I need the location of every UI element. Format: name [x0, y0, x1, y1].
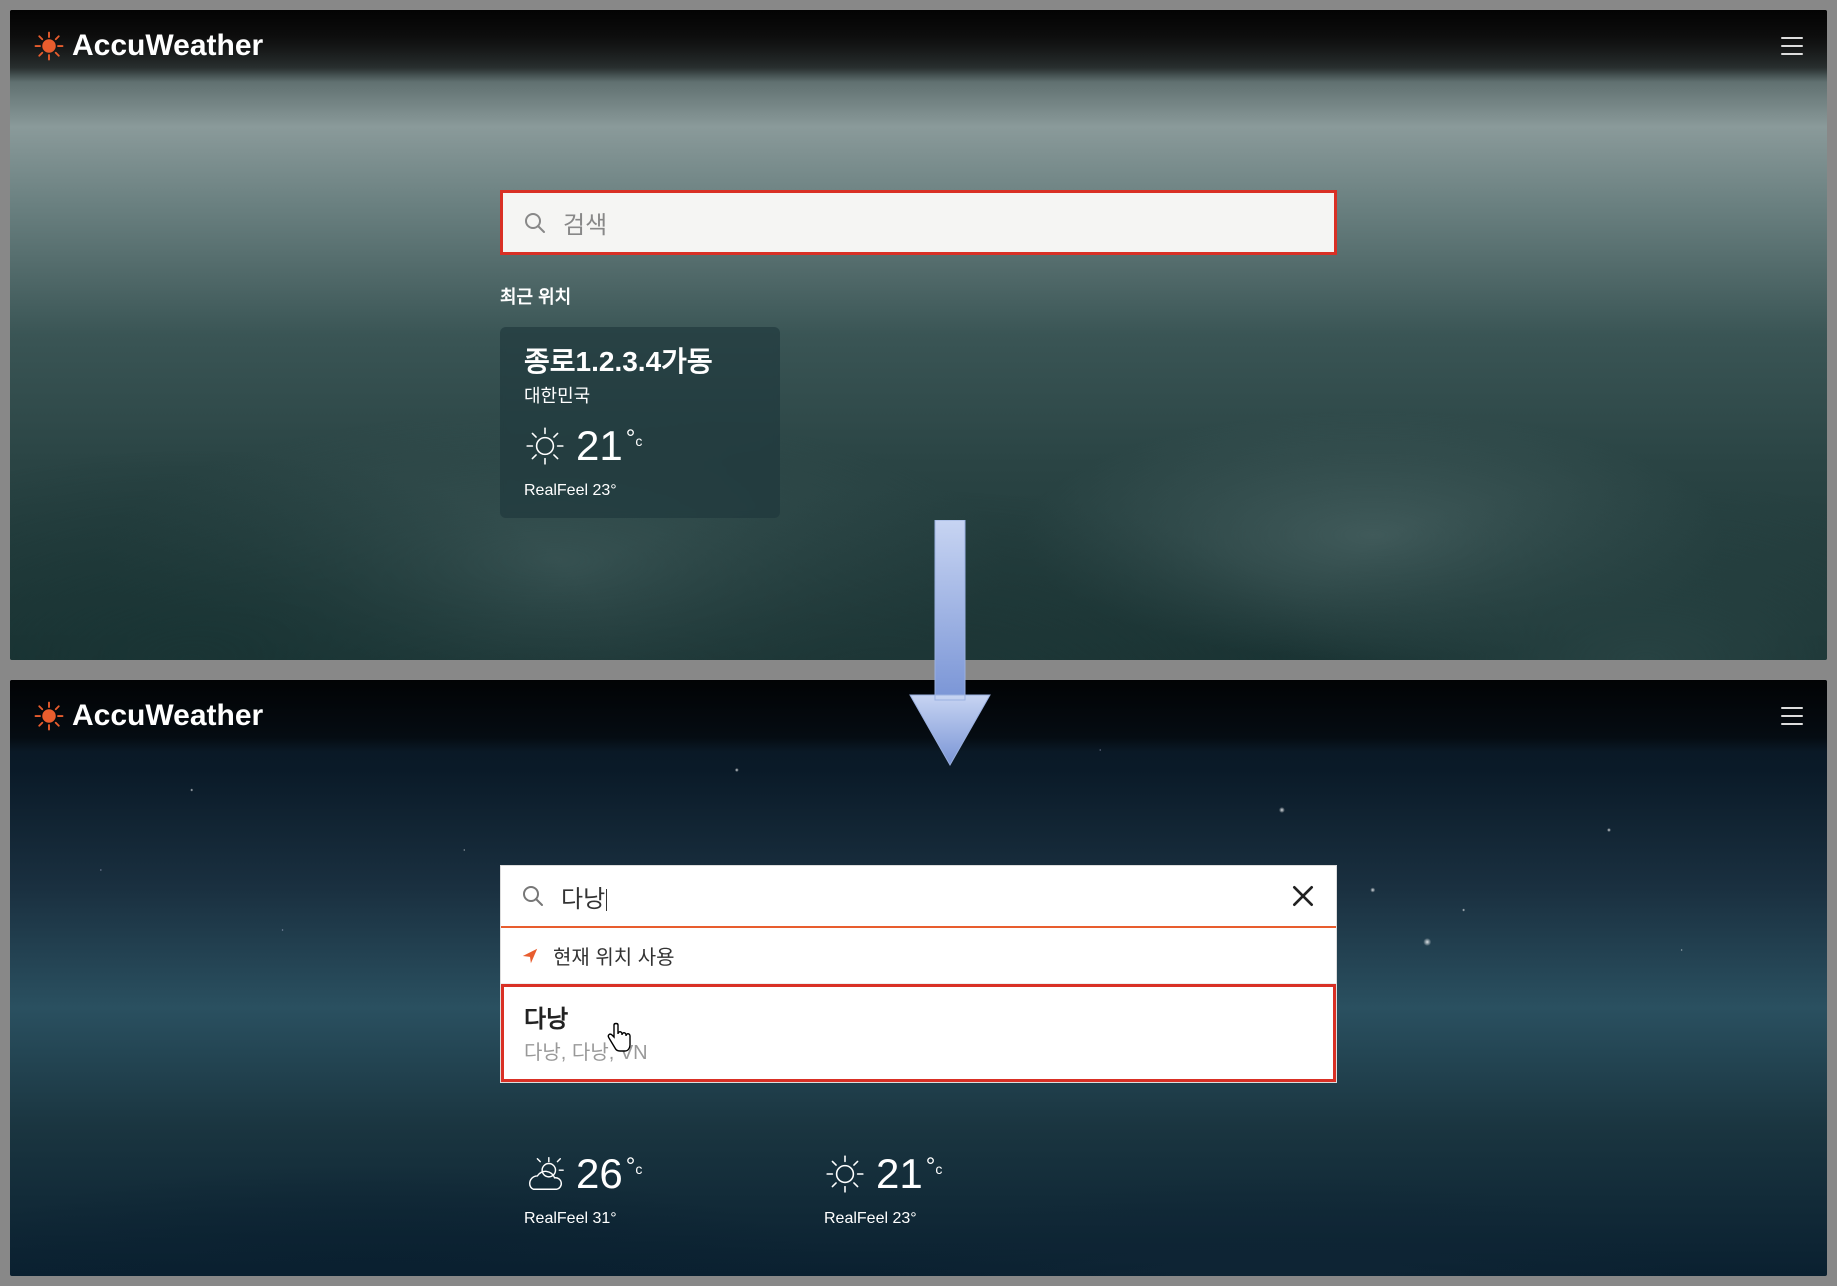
logo[interactable]: AccuWeather: [34, 699, 263, 733]
use-current-location-label: 현재 위치 사용: [553, 941, 675, 970]
search-input-active[interactable]: 다낭: [501, 866, 1336, 928]
logo-text: AccuWeather: [72, 29, 263, 63]
result-sub: 다낭, 다낭, VN: [524, 1036, 1313, 1065]
search-input[interactable]: 검색: [500, 190, 1337, 255]
recent-location-card[interactable]: 종로1.2.3.4가동 대한민국 21°c: [500, 327, 780, 518]
header: AccuWeather: [10, 10, 1827, 82]
card-location-name: 종로1.2.3.4가동: [524, 347, 756, 378]
search-placeholder: 검색: [563, 205, 1314, 240]
location-arrow-icon: [521, 947, 539, 965]
menu-icon[interactable]: [1781, 707, 1803, 725]
weather-card-partial[interactable]: 26°c RealFeel 31°: [500, 1146, 780, 1246]
card-temp: 21°c: [876, 1150, 942, 1198]
search-value: 다낭: [561, 879, 1274, 914]
use-current-location[interactable]: 현재 위치 사용: [501, 928, 1336, 984]
search-result-item[interactable]: 다낭 다낭, 다낭, VN: [501, 984, 1336, 1082]
sun-icon: [824, 1153, 866, 1195]
sun-logo-icon: [34, 31, 64, 61]
menu-icon[interactable]: [1781, 37, 1803, 55]
search-dropdown: 다낭 현재 위치 사용 다낭 다낭, 다낭, VN: [500, 865, 1337, 1083]
search-icon: [523, 211, 547, 235]
arrow-down-icon: [905, 520, 995, 770]
card-realfeel: RealFeel 31°: [524, 1210, 756, 1228]
card-realfeel: RealFeel 23°: [524, 482, 756, 500]
recent-locations-label: 최근 위치: [500, 283, 1337, 309]
logo[interactable]: AccuWeather: [34, 29, 263, 63]
result-name: 다낭: [524, 999, 1313, 1034]
sun-logo-icon: [34, 701, 64, 731]
sun-icon: [524, 425, 566, 467]
logo-text: AccuWeather: [72, 699, 263, 733]
card-temp: 21°c: [576, 422, 642, 470]
card-country: 대한민국: [524, 382, 756, 408]
card-temp: 26°c: [576, 1150, 642, 1198]
close-icon[interactable]: [1290, 883, 1316, 909]
weather-card-partial[interactable]: 21°c RealFeel 23°: [800, 1146, 1080, 1246]
search-icon: [521, 884, 545, 908]
card-realfeel: RealFeel 23°: [824, 1210, 1056, 1228]
partly-cloudy-icon: [524, 1153, 566, 1195]
